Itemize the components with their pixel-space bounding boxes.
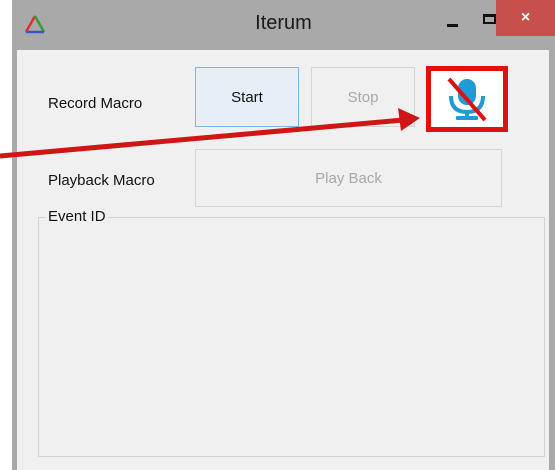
close-button[interactable]: × <box>496 0 555 36</box>
record-macro-label: Record Macro <box>48 95 143 112</box>
event-id-label: Event ID <box>46 208 108 225</box>
microphone-muted-icon <box>447 77 487 122</box>
app-window: Iterum × Record Macro Start Stop Playbac… <box>12 0 555 470</box>
event-id-groupbox <box>38 217 545 457</box>
close-icon: × <box>520 9 531 26</box>
stop-button[interactable]: Stop <box>311 67 415 127</box>
playback-macro-label: Playback Macro <box>48 172 155 189</box>
maximize-icon <box>482 14 496 24</box>
start-button[interactable]: Start <box>195 67 299 127</box>
minimize-button[interactable] <box>432 0 472 38</box>
mic-toggle-button[interactable] <box>426 66 508 132</box>
play-back-button[interactable]: Play Back <box>195 149 502 207</box>
title-bar[interactable]: Iterum × <box>12 0 555 50</box>
minimize-icon <box>446 23 458 27</box>
client-area: Record Macro Start Stop Playback Macro P… <box>17 50 549 470</box>
